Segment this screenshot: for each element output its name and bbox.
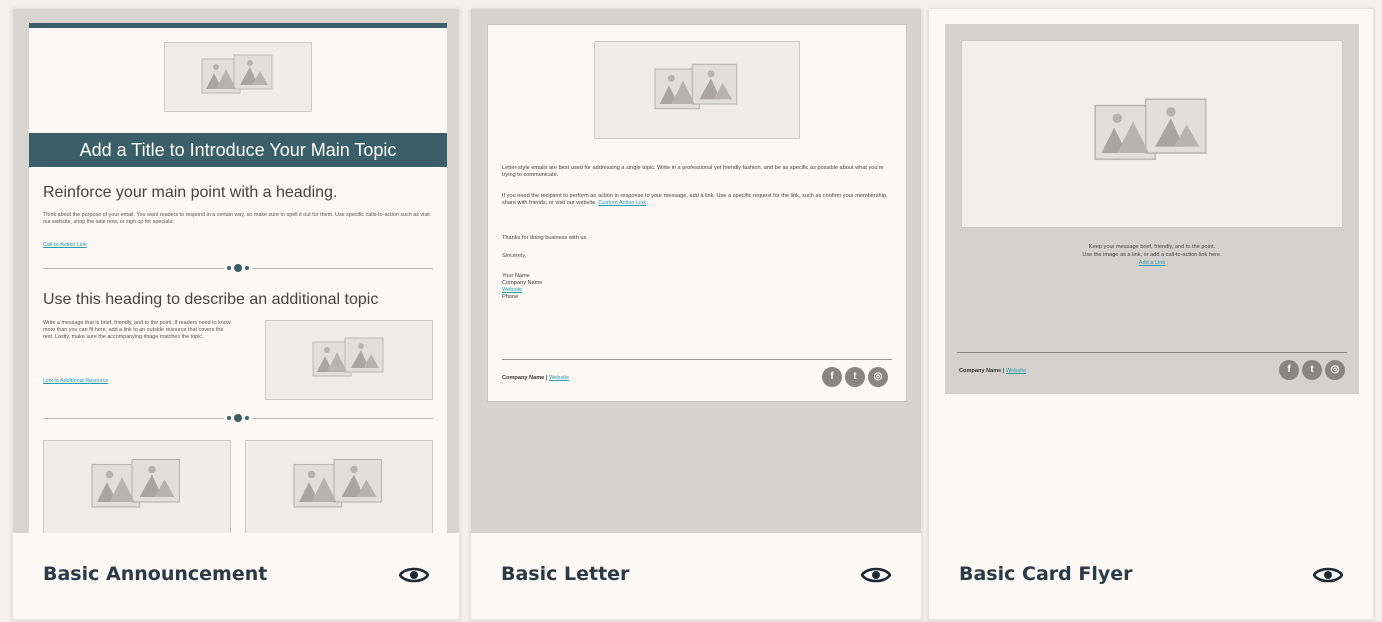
card-footer: Basic Card Flyer [929,533,1373,619]
template-name: Basic Letter [501,563,630,585]
image-placeholder [265,320,433,400]
eye-icon[interactable] [1313,565,1343,585]
social-icons: f t ◎ [822,367,888,387]
template-card-basic-letter[interactable]: Letter-style emails are best used for ad… [470,8,922,620]
facebook-icon: f [1279,360,1299,380]
template-name: Basic Card Flyer [959,563,1133,585]
email-paragraph: Write a message that is brief, friendly,… [43,320,231,340]
twitter-icon: t [1302,360,1322,380]
template-preview[interactable]: Add a Title to Introduce Your Main Topic… [13,9,459,536]
instagram-icon: ◎ [1325,360,1345,380]
template-preview[interactable]: Keep your message brief, friendly, and t… [929,9,1373,536]
social-icons: f t ◎ [1279,360,1345,380]
template-name: Basic Announcement [43,563,268,585]
email-paragraph: If you need the recipient to perform an … [502,193,888,206]
signature-name: Your Name [502,273,530,279]
footer-rule [502,359,892,360]
footer-website-link: Website [1005,368,1027,374]
card-footer: Basic Letter [471,533,921,619]
email-preview: Letter-style emails are best used for ad… [487,24,907,402]
eye-icon[interactable] [399,565,429,585]
email-link: Custom Action Link [598,200,647,206]
twitter-icon: t [845,367,865,387]
email-heading: Reinforce your main point with a heading… [43,184,338,201]
email-preview: Add a Title to Introduce Your Main Topic… [29,23,447,536]
email-paragraph: Think about the purpose of your email. Y… [43,212,430,225]
email-text: Use the image as a link, or add a call-t… [1082,252,1222,258]
instagram-icon: ◎ [868,367,888,387]
image-placeholder [245,440,433,534]
image-placeholder [164,42,312,112]
footer-company: Company Name | Website [959,368,1027,374]
eye-icon[interactable] [861,565,891,585]
email-paragraph: Letter-style emails are best used for ad… [502,165,884,178]
footer-rule [957,352,1347,353]
footer-company: Company Name | Website [502,375,570,381]
email-text: Thanks for doing business with us. [502,235,588,241]
email-title-banner: Add a Title to Introduce Your Main Topic [29,133,447,167]
card-footer: Basic Announcement [13,533,459,619]
email-text: Sincerely, [502,253,527,259]
email-link: Call-to-Action Link [43,242,87,248]
email-heading: Use this heading to describe an addition… [43,291,379,308]
facebook-icon: f [822,367,842,387]
image-placeholder [961,40,1343,228]
email-link: Link to Additional Resource [43,378,109,384]
footer-website-link: Website [548,375,570,381]
template-card-basic-card-flyer[interactable]: Keep your message brief, friendly, and t… [928,8,1374,620]
divider-ornament [224,414,252,422]
signature-website: Website [502,287,523,293]
image-placeholder [43,440,231,534]
template-preview[interactable]: Letter-style emails are best used for ad… [471,9,921,536]
divider-ornament [224,264,252,272]
image-placeholder [594,41,800,139]
template-card-basic-announcement[interactable]: Add a Title to Introduce Your Main Topic… [12,8,460,620]
email-text: Keep your message brief, friendly, and t… [1088,244,1216,250]
signature-phone: Phone [502,294,519,300]
email-preview: Keep your message brief, friendly, and t… [945,24,1359,394]
signature-company: Company Name [502,280,543,286]
email-link: Add a Link [1138,260,1166,266]
